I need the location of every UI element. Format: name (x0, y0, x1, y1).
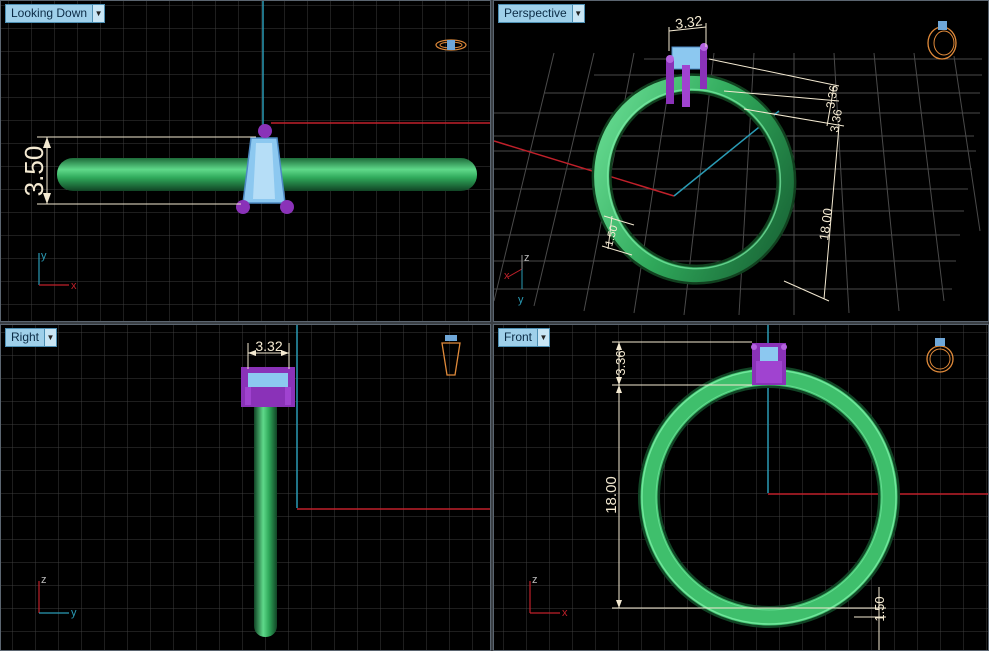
viewport-title: Right (11, 330, 40, 344)
viewport-label-right[interactable]: Right ▼ (5, 328, 58, 347)
dimension-top-label: 3.36 (613, 350, 628, 375)
prong (236, 200, 250, 214)
chevron-down-icon[interactable]: ▼ (537, 329, 550, 346)
chevron-down-icon[interactable]: ▼ (92, 5, 105, 22)
chevron-down-icon[interactable]: ▼ (571, 5, 584, 22)
dimension-width-label: 3.32 (255, 338, 282, 354)
viewport-title: Perspective (504, 6, 567, 20)
svg-text:z: z (532, 574, 538, 586)
axis-indicator: z x y (504, 252, 530, 306)
canvas-right: 3.32 z y (1, 325, 490, 650)
dimension-band-label: 1.50 (872, 596, 887, 621)
dimension-a-label: 3.36 (823, 84, 841, 110)
viewport-label-looking-down[interactable]: Looking Down ▼ (5, 4, 106, 23)
viewport-right[interactable]: Right ▼ 3.32 z y (0, 324, 491, 651)
prong (280, 200, 294, 214)
svg-text:z: z (524, 252, 530, 264)
svg-text:y: y (518, 294, 524, 306)
svg-text:x: x (562, 607, 568, 619)
svg-text:y: y (71, 607, 77, 619)
svg-text:x: x (504, 270, 510, 282)
ring-preview-icon (435, 39, 467, 51)
chevron-down-icon[interactable]: ▼ (44, 329, 57, 346)
ring-preview-icon (927, 21, 957, 60)
prong (258, 124, 272, 138)
canvas-perspective: 3.32 3.36 3.36 18.00 1.50 z x y (494, 12, 982, 316)
viewport-title: Front (504, 330, 533, 344)
dimension-height-label: 3.50 (19, 146, 49, 197)
dimension-c-label: 18.00 (816, 207, 835, 241)
dimension-diameter-label: 18.00 (603, 476, 620, 514)
svg-text:x: x (71, 280, 77, 292)
viewport-title: Looking Down (11, 6, 88, 20)
viewport-label-perspective[interactable]: Perspective ▼ (498, 4, 585, 23)
svg-text:z: z (41, 574, 47, 586)
viewport-front[interactable]: Front ▼ 3.36 18.00 1.50 z x (493, 324, 989, 651)
ring-setting (751, 343, 787, 385)
viewport-perspective[interactable]: Perspective ▼ 3.32 3.36 3.36 18.00 1.50 … (493, 0, 989, 322)
ring-band (254, 387, 277, 637)
dimension-width-label: 3.32 (674, 12, 703, 32)
canvas-looking-down: 3.50 y x (1, 1, 490, 321)
viewport-label-front[interactable]: Front ▼ (498, 328, 551, 347)
viewport-looking-down[interactable]: Looking Down ▼ 3.50 y x (0, 0, 491, 322)
dimension-b-label: 3.36 (827, 108, 845, 134)
ring-setting (666, 43, 708, 107)
svg-text:y: y (41, 250, 47, 262)
canvas-front: 3.36 18.00 1.50 z x (494, 325, 988, 650)
ring-setting (241, 367, 295, 407)
